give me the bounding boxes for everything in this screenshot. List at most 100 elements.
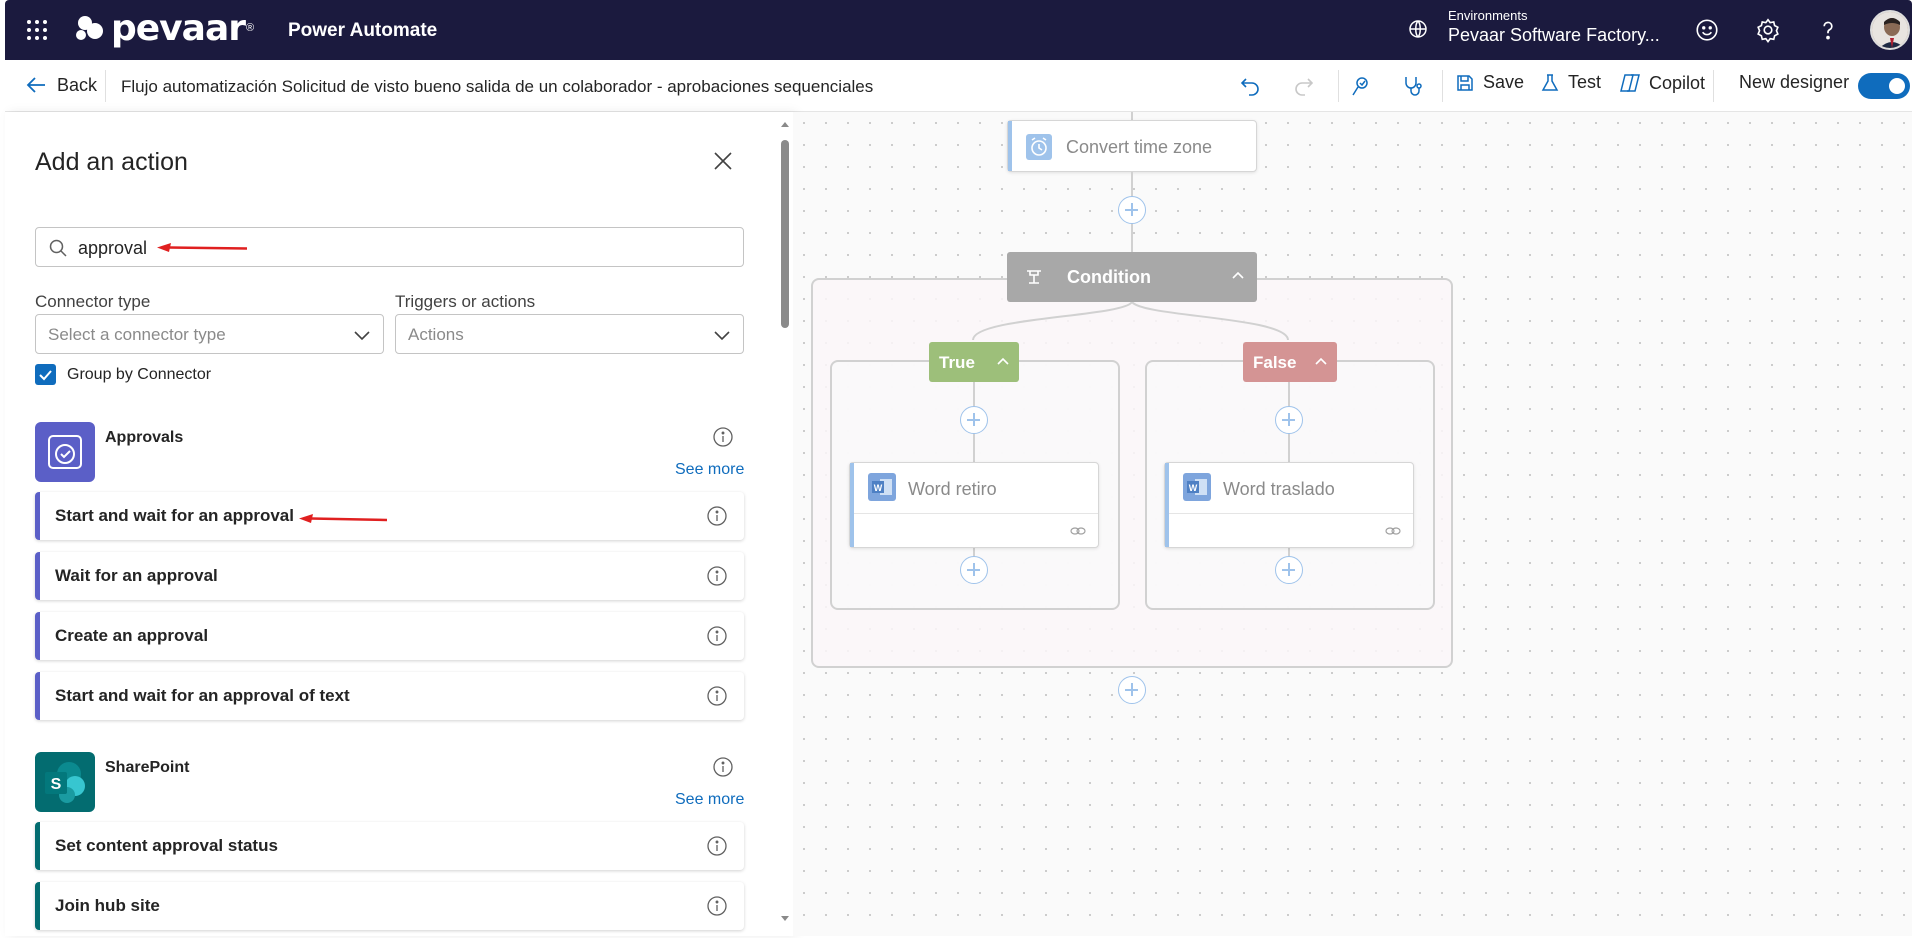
flow-title[interactable]: Flujo automatización Solicitud de visto … xyxy=(121,77,873,97)
feedback-smiley-icon[interactable] xyxy=(1694,17,1720,43)
info-icon[interactable] xyxy=(712,426,734,448)
settings-gear-icon[interactable] xyxy=(1755,17,1781,43)
divider xyxy=(1442,70,1443,102)
chevron-up-icon[interactable] xyxy=(1315,357,1327,366)
new-designer-text: New designer xyxy=(1739,72,1850,92)
approvals-icon xyxy=(48,435,82,469)
info-icon[interactable] xyxy=(712,756,734,778)
group-by-connector-label: Group by Connector xyxy=(67,366,212,383)
true-branch-label: True xyxy=(939,353,975,372)
svg-text:W: W xyxy=(874,483,883,493)
info-icon[interactable] xyxy=(706,505,728,527)
link-icon[interactable] xyxy=(1070,525,1086,537)
copilot-button[interactable]: Copilot xyxy=(1619,72,1705,94)
chevron-down-icon xyxy=(714,331,730,341)
sharepoint-connector-icon[interactable]: S xyxy=(35,752,95,812)
true-branch-header[interactable]: True xyxy=(929,342,1019,382)
redo-icon[interactable] xyxy=(1292,74,1316,98)
connector-name-sharepoint: SharePoint xyxy=(105,759,190,776)
action-join-hub-site[interactable]: Join hub site xyxy=(35,882,744,930)
word-retiro-node[interactable]: W Word retiro xyxy=(849,462,1099,548)
connector-type-label: Connector type xyxy=(35,292,151,311)
app-name[interactable]: Power Automate xyxy=(288,20,437,42)
word-traslado-node[interactable]: W Word traslado xyxy=(1164,462,1414,548)
action-start-and-wait-for-approval[interactable]: Start and wait for an approval xyxy=(35,492,744,540)
logo-registered-mark: ® xyxy=(246,22,255,34)
chevron-up-icon[interactable] xyxy=(997,357,1009,366)
chevron-down-icon xyxy=(354,331,370,341)
add-step-button[interactable] xyxy=(1275,406,1303,434)
user-photo-icon xyxy=(1872,12,1908,48)
flow-checker-icon[interactable] xyxy=(1350,74,1374,98)
action-start-and-wait-for-approval-of-text[interactable]: Start and wait for an approval of text xyxy=(35,672,744,720)
chevron-up-icon[interactable] xyxy=(1231,270,1245,280)
environments-label: Environments xyxy=(1448,8,1528,23)
add-step-button[interactable] xyxy=(960,556,988,584)
search-icon xyxy=(49,239,67,257)
false-branch-header[interactable]: False xyxy=(1243,342,1337,382)
action-label: Wait for an approval xyxy=(55,566,218,585)
approvals-connector-icon[interactable] xyxy=(35,422,95,482)
add-step-button[interactable] xyxy=(1118,676,1146,704)
top-bar: pevaar ® Power Automate Environments Peva… xyxy=(5,0,1912,60)
condition-header[interactable]: Condition xyxy=(1007,252,1257,302)
action-label: Join hub site xyxy=(55,896,160,915)
divider xyxy=(854,513,1098,514)
action-create-approval[interactable]: Create an approval xyxy=(35,612,744,660)
scroll-down-icon[interactable] xyxy=(780,915,790,923)
node-accent-bar xyxy=(1165,463,1169,547)
action-set-content-approval-status[interactable]: Set content approval status xyxy=(35,822,744,870)
stethoscope-icon[interactable] xyxy=(1401,74,1425,98)
close-icon[interactable] xyxy=(712,150,734,172)
test-button[interactable]: Test xyxy=(1540,72,1601,93)
group-by-connector-checkbox[interactable] xyxy=(35,364,56,385)
save-button[interactable]: Save xyxy=(1455,72,1524,93)
see-more-approvals-link[interactable]: See more xyxy=(675,461,744,479)
triggers-actions-dropdown[interactable]: Actions xyxy=(395,314,744,354)
divider xyxy=(105,70,106,102)
action-wait-for-approval[interactable]: Wait for an approval xyxy=(35,552,744,600)
help-icon[interactable] xyxy=(1815,17,1841,43)
action-accent-bar xyxy=(35,822,40,870)
pevaar-logo-mark-icon xyxy=(76,16,103,40)
node-accent-bar xyxy=(850,463,854,547)
scroll-up-icon[interactable] xyxy=(780,120,790,128)
scrollbar-thumb[interactable] xyxy=(781,140,789,328)
checkmark-icon xyxy=(39,370,52,381)
back-button[interactable]: Back xyxy=(25,74,97,96)
undo-icon[interactable] xyxy=(1238,74,1262,98)
action-accent-bar xyxy=(35,882,40,930)
user-avatar[interactable] xyxy=(1870,10,1910,50)
globe-icon[interactable] xyxy=(1406,17,1430,41)
add-step-button[interactable] xyxy=(1275,556,1303,584)
back-label: Back xyxy=(57,74,98,95)
add-step-button[interactable] xyxy=(960,406,988,434)
app-launcher-icon[interactable] xyxy=(25,18,49,42)
info-icon[interactable] xyxy=(706,565,728,587)
copilot-icon xyxy=(1620,74,1640,92)
word-icon: W xyxy=(1183,473,1211,501)
info-icon[interactable] xyxy=(706,895,728,917)
action-label: Set content approval status xyxy=(55,836,278,855)
pevaar-logo[interactable]: pevaar ® xyxy=(73,8,255,49)
info-icon[interactable] xyxy=(706,625,728,647)
divider xyxy=(1713,70,1714,102)
info-icon[interactable] xyxy=(706,835,728,857)
add-action-panel: Add an action Connector type Select a co… xyxy=(5,112,793,936)
flow-canvas[interactable]: Convert time zone Condition True W Word … xyxy=(793,112,1912,936)
new-designer-toggle[interactable] xyxy=(1858,73,1910,99)
condition-label: Condition xyxy=(1067,267,1151,287)
arrow-left-icon xyxy=(26,77,45,93)
node-label: Word retiro xyxy=(908,479,997,499)
save-icon xyxy=(1457,74,1473,91)
word-icon: W xyxy=(868,473,896,501)
environment-name[interactable]: Pevaar Software Factory... xyxy=(1448,25,1660,46)
info-icon[interactable] xyxy=(706,685,728,707)
see-more-sharepoint-link[interactable]: See more xyxy=(675,791,744,809)
link-icon[interactable] xyxy=(1385,525,1401,537)
connector-type-dropdown[interactable]: Select a connector type xyxy=(35,314,384,354)
sharepoint-icon: S xyxy=(45,762,85,803)
annotation-arrow-icon xyxy=(157,243,247,252)
action-accent-bar xyxy=(35,672,40,720)
search-box[interactable] xyxy=(35,227,744,267)
